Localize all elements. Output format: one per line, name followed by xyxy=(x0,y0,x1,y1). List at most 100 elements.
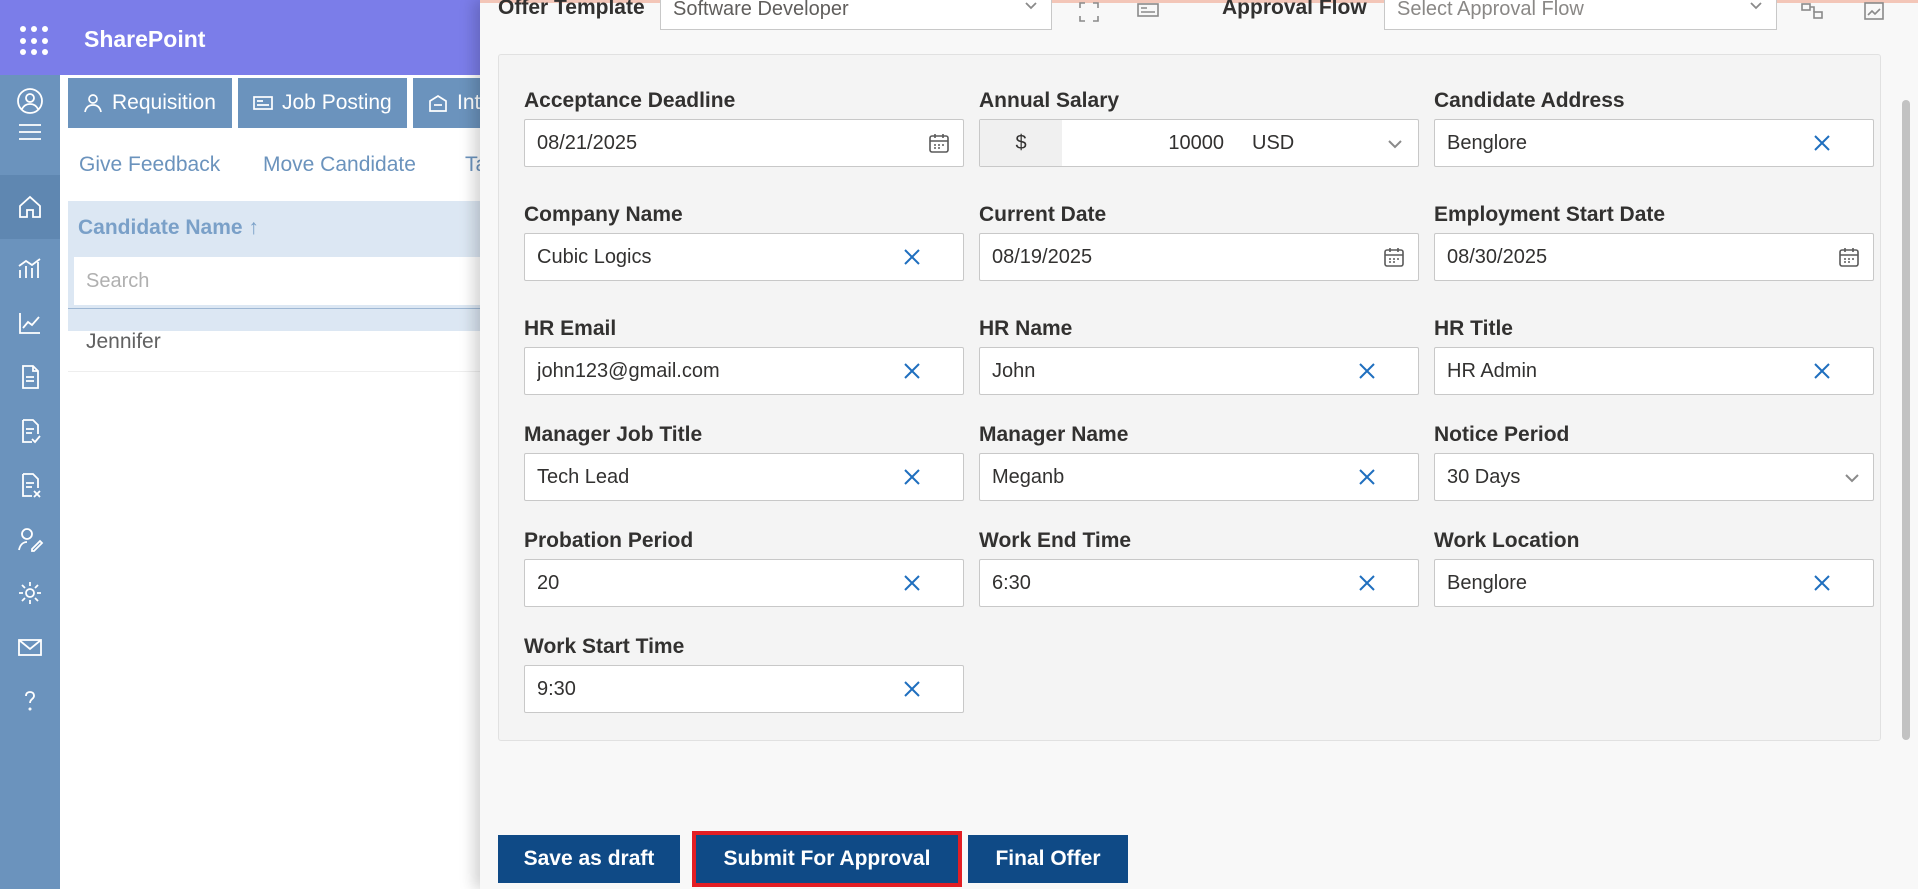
tab-label: Requisition xyxy=(112,91,216,114)
clear-icon[interactable] xyxy=(1811,132,1833,154)
person-edit-icon[interactable] xyxy=(0,513,60,565)
hr-title-input[interactable]: HR Admin xyxy=(1434,347,1874,395)
tab-interview[interactable]: Int xyxy=(413,78,480,128)
candidate-name-column-header[interactable]: Candidate Name ↑ xyxy=(78,216,259,240)
employment-start-date-input[interactable]: 08/30/2025 xyxy=(1434,233,1874,281)
company-name-input[interactable]: Cubic Logics xyxy=(524,233,964,281)
field-label: Company Name xyxy=(524,203,683,226)
trend-line-icon[interactable] xyxy=(0,297,60,349)
app-title[interactable]: SharePoint xyxy=(84,26,205,53)
calendar-icon[interactable] xyxy=(1382,245,1406,269)
gear-icon[interactable] xyxy=(0,567,60,619)
company-name-field: Company Name Cubic Logics xyxy=(524,203,964,281)
submit-for-approval-button[interactable]: Submit For Approval xyxy=(692,831,962,887)
offer-form: Acceptance Deadline 08/21/2025 Annual Sa… xyxy=(498,54,1881,741)
document-check-icon[interactable] xyxy=(0,405,60,457)
work-location-input[interactable]: Benglore xyxy=(1434,559,1874,607)
field-value: 08/19/2025 xyxy=(992,245,1093,268)
clear-icon[interactable] xyxy=(1356,360,1378,382)
probation-period-field: Probation Period 20 xyxy=(524,529,964,607)
document-icon[interactable] xyxy=(0,351,60,403)
field-label: Employment Start Date xyxy=(1434,203,1666,226)
help-icon[interactable] xyxy=(0,675,60,727)
manager-job-title-input[interactable]: Tech Lead xyxy=(524,453,964,501)
annual-salary-input: $ 10000 USD xyxy=(979,119,1419,167)
work-end-time-input[interactable]: 6:30 xyxy=(979,559,1419,607)
field-label: Work Location xyxy=(1434,529,1580,552)
expand-icon[interactable] xyxy=(1077,0,1101,24)
final-offer-button[interactable]: Final Offer xyxy=(968,835,1128,883)
candidate-address-input[interactable]: Benglore xyxy=(1434,119,1874,167)
document-cancel-icon[interactable] xyxy=(0,459,60,511)
template-preview-icon[interactable] xyxy=(1136,0,1160,24)
clear-icon[interactable] xyxy=(1811,360,1833,382)
move-candidate-link[interactable]: Move Candidate xyxy=(263,153,416,177)
candidate-row-name[interactable]: Jennifer xyxy=(86,330,161,354)
chevron-down-icon xyxy=(1750,2,1762,10)
tab-requisition[interactable]: Requisition xyxy=(68,78,232,128)
probation-period-input[interactable]: 20 xyxy=(524,559,964,607)
hr-name-field: HR Name John xyxy=(979,317,1419,395)
hr-email-input[interactable]: john123@gmail.com xyxy=(524,347,964,395)
hamburger-menu-icon[interactable] xyxy=(0,115,60,149)
annual-salary-field: Annual Salary $ 10000 USD xyxy=(979,89,1419,167)
work-start-time-input[interactable]: 9:30 xyxy=(524,665,964,713)
manager-name-input[interactable]: Meganb xyxy=(979,453,1419,501)
clear-icon[interactable] xyxy=(901,466,923,488)
tab-label: Int xyxy=(457,91,480,114)
chevron-down-icon[interactable] xyxy=(1843,468,1861,486)
manager-name-field: Manager Name Meganb xyxy=(979,423,1419,501)
field-label: Annual Salary xyxy=(979,89,1120,112)
field-label: HR Name xyxy=(979,317,1073,340)
field-label: Manager Job Title xyxy=(524,423,703,446)
candidate-list-page: Requisition Job Posting Int Give Feedbac… xyxy=(60,75,487,889)
flow-chart-icon[interactable] xyxy=(1862,0,1886,24)
panel-scrollbar[interactable] xyxy=(1902,100,1910,740)
field-label: Acceptance Deadline xyxy=(524,89,736,112)
candidate-search-input[interactable] xyxy=(74,257,480,305)
hr-name-input[interactable]: John xyxy=(979,347,1419,395)
offer-template-dropdown[interactable]: Software Developer xyxy=(660,0,1052,30)
offer-panel: Offer Template Software Developer Approv… xyxy=(480,0,1918,889)
person-icon xyxy=(84,94,102,113)
work-location-field: Work Location Benglore xyxy=(1434,529,1874,607)
field-value: john123@gmail.com xyxy=(537,359,720,382)
current-date-input[interactable]: 08/19/2025 xyxy=(979,233,1419,281)
currency-dropdown[interactable]: USD xyxy=(1242,132,1386,155)
field-label: Manager Name xyxy=(979,423,1129,446)
clear-icon[interactable] xyxy=(1356,466,1378,488)
field-label: Probation Period xyxy=(524,529,694,552)
flow-diagram-icon[interactable] xyxy=(1800,0,1824,24)
chevron-down-icon[interactable] xyxy=(1386,134,1404,152)
mail-icon[interactable] xyxy=(0,621,60,673)
field-value: Cubic Logics xyxy=(537,245,652,268)
approval-flow-placeholder: Select Approval Flow xyxy=(1397,0,1584,20)
clear-icon[interactable] xyxy=(901,246,923,268)
field-value: 9:30 xyxy=(537,677,576,700)
field-value: 6:30 xyxy=(992,571,1031,594)
salary-amount-input[interactable]: 10000 xyxy=(1062,132,1242,155)
clear-icon[interactable] xyxy=(1356,572,1378,594)
approval-flow-dropdown[interactable]: Select Approval Flow xyxy=(1384,0,1777,30)
field-value: 20 xyxy=(537,571,560,594)
clear-icon[interactable] xyxy=(901,572,923,594)
clear-icon[interactable] xyxy=(901,360,923,382)
field-value: Tech Lead xyxy=(537,465,630,488)
calendar-icon[interactable] xyxy=(1837,245,1861,269)
acceptance-deadline-input[interactable]: 08/21/2025 xyxy=(524,119,964,167)
field-value: Benglore xyxy=(1447,571,1528,594)
work-start-time-field: Work Start Time 9:30 xyxy=(524,635,964,713)
clear-icon[interactable] xyxy=(1811,572,1833,594)
offer-template-value: Software Developer xyxy=(673,0,849,20)
analytics-chart-icon[interactable] xyxy=(0,242,60,294)
calendar-icon[interactable] xyxy=(927,131,951,155)
give-feedback-link[interactable]: Give Feedback xyxy=(79,153,220,177)
app-launcher-icon[interactable] xyxy=(20,26,50,56)
offer-template-label: Offer Template xyxy=(498,0,645,19)
clear-icon[interactable] xyxy=(901,678,923,700)
save-as-draft-button[interactable]: Save as draft xyxy=(498,835,680,883)
notice-period-dropdown[interactable]: 30 Days xyxy=(1434,453,1874,501)
tab-job-posting[interactable]: Job Posting xyxy=(238,78,407,128)
hr-email-field: HR Email john123@gmail.com xyxy=(524,317,964,395)
home-icon[interactable] xyxy=(0,175,60,239)
